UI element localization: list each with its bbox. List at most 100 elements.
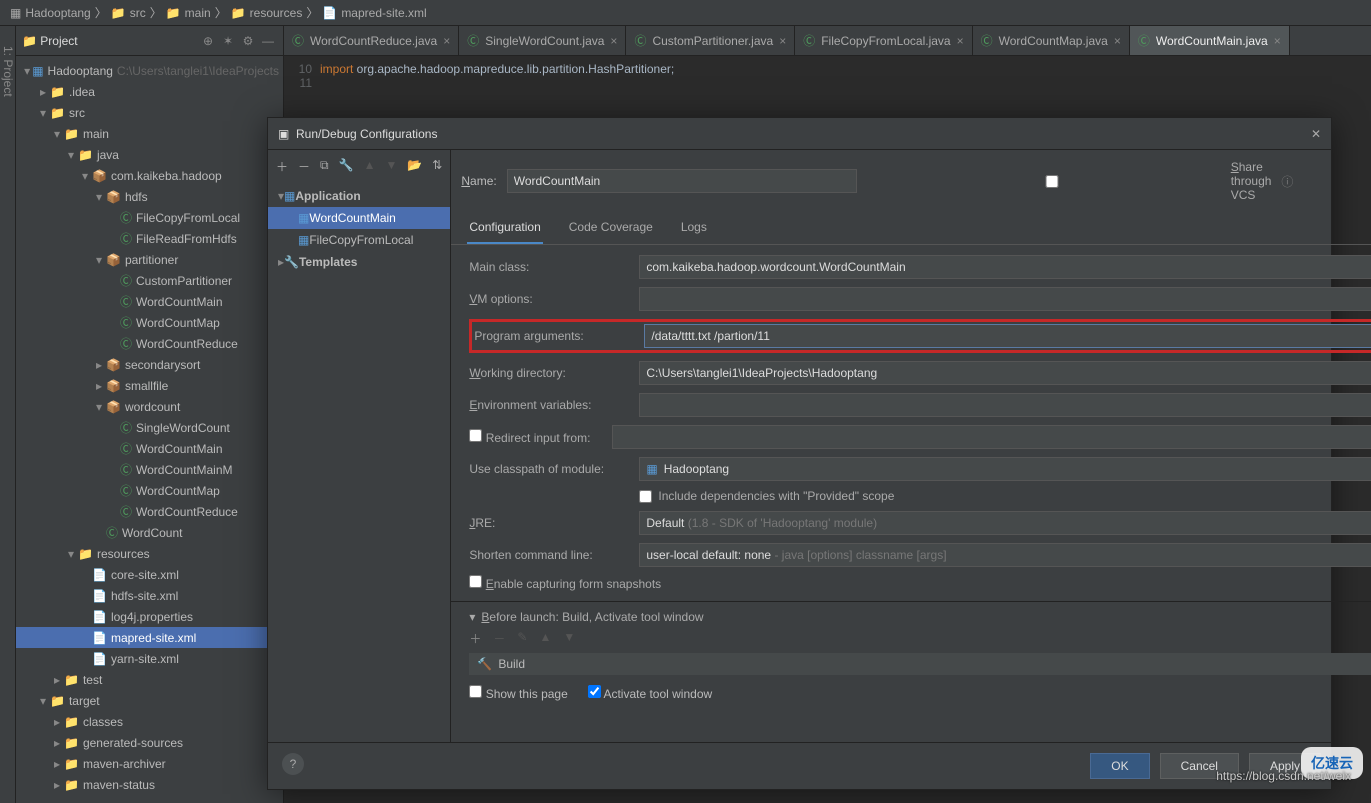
tree-item[interactable]: ⒸWordCountMap (16, 312, 283, 333)
jre-select[interactable]: Default (1.8 - SDK of 'Hadooptang' modul… (639, 511, 1371, 535)
ok-button[interactable]: OK (1090, 753, 1149, 779)
editor-tab[interactable]: ⒸWordCountMap.java× (973, 26, 1130, 55)
tree-item[interactable]: ⒸWordCount (16, 522, 283, 543)
expand-icon[interactable]: ✶ (219, 32, 237, 50)
config-tree-item[interactable]: ▦ FileCopyFromLocal (268, 229, 450, 251)
tab-configuration[interactable]: Configuration (467, 212, 542, 244)
tree-item[interactable]: 📄log4j.properties (16, 606, 283, 627)
up-icon[interactable]: ▲ (539, 630, 551, 647)
add-icon[interactable]: ＋ (469, 630, 481, 647)
breadcrumb-item[interactable]: resources (250, 6, 303, 20)
tree-item[interactable]: ⒸCustomPartitioner (16, 270, 283, 291)
env-vars-input[interactable] (639, 393, 1371, 417)
activate-tool-checkbox[interactable] (588, 685, 601, 698)
tree-item[interactable]: ⒸWordCountMap (16, 480, 283, 501)
tree-item[interactable]: ▾📦partitioner (16, 249, 283, 270)
locate-icon[interactable]: ⊕ (199, 32, 217, 50)
tree-item[interactable]: ▸📁test (16, 669, 283, 690)
breadcrumb-item[interactable]: src (130, 6, 146, 20)
close-tab-icon[interactable]: × (1114, 34, 1121, 48)
tree-item[interactable]: 📄hdfs-site.xml (16, 585, 283, 606)
edit-icon[interactable]: ✎ (517, 630, 527, 647)
tree-item[interactable]: 📄yarn-site.xml (16, 648, 283, 669)
config-tree-item[interactable]: ▸ 🔧 Templates (268, 251, 450, 273)
tree-item[interactable]: ▾📦hdfs (16, 186, 283, 207)
tab-code-coverage[interactable]: Code Coverage (567, 212, 655, 244)
parallel-run-checkbox[interactable] (1303, 175, 1371, 188)
tree-item[interactable]: ▸📁classes (16, 711, 283, 732)
tree-item[interactable]: ▸📦secondarysort (16, 354, 283, 375)
main-class-input[interactable] (639, 255, 1371, 279)
up-icon[interactable]: ▲ (364, 158, 376, 175)
tree-item[interactable]: ▸📁.idea (16, 81, 283, 102)
close-tab-icon[interactable]: × (443, 34, 450, 48)
tree-item[interactable]: ⒸWordCountMain (16, 291, 283, 312)
config-tree-item[interactable]: ▦ WordCountMain (268, 207, 450, 229)
remove-icon[interactable]: － (493, 630, 505, 647)
vm-options-input[interactable] (639, 287, 1371, 311)
program-args-input[interactable] (644, 324, 1371, 348)
close-tab-icon[interactable]: × (957, 34, 964, 48)
tree-item[interactable]: ⒸSingleWordCount (16, 417, 283, 438)
collapse-icon[interactable]: — (259, 32, 277, 50)
tree-item[interactable]: ▾📦wordcount (16, 396, 283, 417)
tree-item[interactable]: ▾📁main (16, 123, 283, 144)
include-provided-checkbox[interactable] (639, 490, 652, 503)
breadcrumb-item[interactable]: Hadooptang (25, 6, 90, 20)
tree-item[interactable]: ▾📦com.kaikeba.hadoop (16, 165, 283, 186)
snapshots-checkbox[interactable] (469, 575, 482, 588)
tree-item[interactable]: ▾📁target (16, 690, 283, 711)
tree-item[interactable]: ⒸWordCountReduce (16, 333, 283, 354)
working-dir-input[interactable] (639, 361, 1371, 385)
tool-window-bar[interactable]: 1: Project (0, 26, 16, 803)
add-icon[interactable]: ＋ (276, 158, 288, 175)
wrench-icon[interactable]: 🔧 (339, 158, 354, 175)
build-task-row[interactable]: 🔨Build (469, 653, 1371, 675)
tree-item[interactable]: ▾📁src (16, 102, 283, 123)
tree-item[interactable]: ▾📁java (16, 144, 283, 165)
editor-tab[interactable]: ⒸFileCopyFromLocal.java× (795, 26, 972, 55)
classpath-select[interactable]: ▦Hadooptang (639, 457, 1371, 481)
copy-icon[interactable]: ⧉ (320, 158, 329, 175)
tree-item[interactable]: ▸📦smallfile (16, 375, 283, 396)
tree-item[interactable]: ⒸWordCountMain (16, 438, 283, 459)
close-tab-icon[interactable]: × (1274, 34, 1281, 48)
tree-item[interactable]: ⒸWordCountReduce (16, 501, 283, 522)
tree-item[interactable]: ▸📁maven-archiver (16, 753, 283, 774)
show-page-checkbox[interactable] (469, 685, 482, 698)
tree-item[interactable]: ⒸFileCopyFromLocal (16, 207, 283, 228)
breadcrumb-item[interactable]: mapred-site.xml (341, 6, 426, 20)
config-tree-item[interactable]: ▾ ▦ Application (268, 185, 450, 207)
help-button[interactable]: ? (282, 753, 304, 775)
tree-item[interactable]: ▾▦Hadooptang C:\Users\tanglei1\IdeaProje… (16, 60, 283, 81)
tree-item[interactable]: ⒸWordCountMainM (16, 459, 283, 480)
tree-item[interactable]: 📄core-site.xml (16, 564, 283, 585)
share-vcs-checkbox[interactable] (877, 175, 1227, 188)
editor-tab[interactable]: ⒸWordCountReduce.java× (284, 26, 459, 55)
project-tree[interactable]: ▾▦Hadooptang C:\Users\tanglei1\IdeaProje… (16, 56, 283, 803)
shorten-select[interactable]: user-local default: none - java [options… (639, 543, 1371, 567)
editor-tabs[interactable]: ⒸWordCountReduce.java×ⒸSingleWordCount.j… (284, 26, 1371, 56)
tree-item[interactable]: 📄mapred-site.xml (16, 627, 283, 648)
tab-logs[interactable]: Logs (679, 212, 709, 244)
sort-icon[interactable]: ⇅ (432, 158, 442, 175)
close-tab-icon[interactable]: × (610, 34, 617, 48)
gear-icon[interactable]: ⚙ (239, 32, 257, 50)
chevron-down-icon[interactable]: ▾ (469, 610, 475, 624)
close-tab-icon[interactable]: × (779, 34, 786, 48)
folder-move-icon[interactable]: 📂 (407, 158, 422, 175)
editor-tab[interactable]: ⒸCustomPartitioner.java× (626, 26, 795, 55)
tree-item[interactable]: ▸📁generated-sources (16, 732, 283, 753)
redirect-checkbox[interactable] (469, 429, 482, 442)
breadcrumb-item[interactable]: main (185, 6, 211, 20)
close-icon[interactable]: ✕ (1311, 127, 1321, 141)
tree-item[interactable]: ▾📁resources (16, 543, 283, 564)
down-icon[interactable]: ▼ (563, 630, 575, 647)
remove-icon[interactable]: － (298, 158, 310, 175)
down-icon[interactable]: ▼ (385, 158, 397, 175)
tree-item[interactable]: ⒸFileReadFromHdfs (16, 228, 283, 249)
name-input[interactable] (507, 169, 857, 193)
editor-tab[interactable]: ⒸWordCountMain.java× (1130, 26, 1290, 55)
editor[interactable]: 10import org.apache.hadoop.mapreduce.lib… (284, 56, 1371, 96)
editor-tab[interactable]: ⒸSingleWordCount.java× (459, 26, 626, 55)
